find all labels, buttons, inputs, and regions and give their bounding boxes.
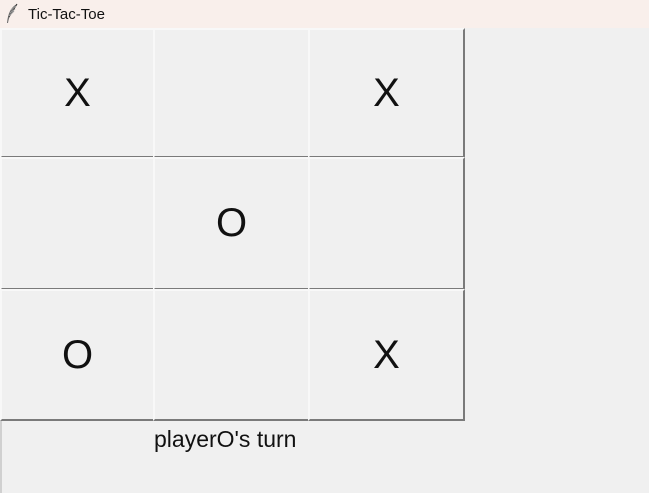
window-title: Tic-Tac-Toe — [28, 6, 105, 23]
board-cell-r3c1[interactable]: O — [0, 289, 155, 421]
board-cell-r2c1[interactable] — [0, 157, 155, 290]
board-cell-r2c3[interactable] — [308, 157, 465, 290]
board-cell-r1c3[interactable]: X — [308, 28, 465, 158]
feather-icon — [5, 3, 19, 25]
title-bar: Tic-Tac-Toe — [0, 0, 649, 28]
board-cell-r3c3[interactable]: X — [308, 289, 465, 421]
game-board: X X O O X — [0, 28, 465, 421]
board-cell-r1c1[interactable]: X — [0, 28, 155, 158]
turn-status-label: playerO's turn — [154, 426, 297, 452]
board-cell-r1c2[interactable] — [153, 28, 310, 158]
status-bar: playerO's turn — [0, 421, 649, 493]
board-cell-r3c2[interactable] — [153, 289, 310, 421]
board-cell-r2c2[interactable]: O — [153, 157, 310, 290]
